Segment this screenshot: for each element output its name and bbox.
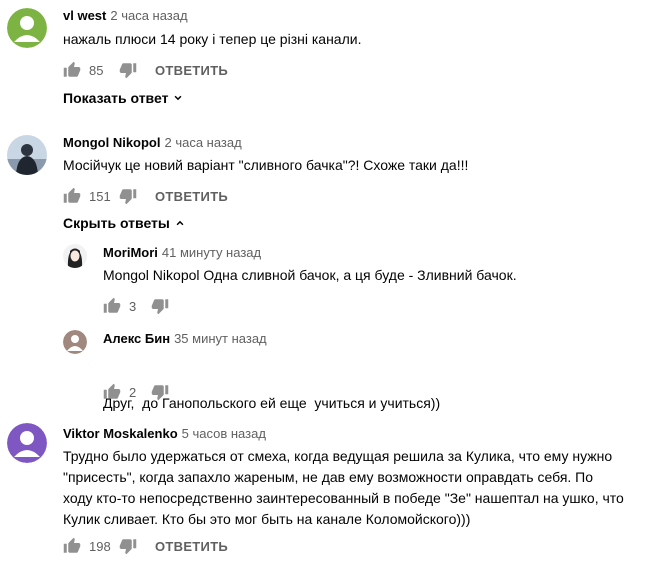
hide-replies-button[interactable]: Скрыть ответы bbox=[63, 215, 187, 231]
timestamp[interactable]: 35 минут назад bbox=[174, 331, 267, 346]
comment-header: vl west 2 часа назад bbox=[63, 8, 188, 23]
avatar[interactable] bbox=[63, 244, 87, 268]
comment-header: Mongol Nikopol 2 часа назад bbox=[63, 135, 242, 150]
thumb-down-icon[interactable] bbox=[151, 297, 169, 315]
avatar[interactable] bbox=[7, 135, 47, 175]
thumb-down-icon[interactable] bbox=[119, 61, 137, 79]
author-name[interactable]: vl west bbox=[63, 8, 106, 23]
reply-button[interactable]: ОТВЕТИТЬ bbox=[155, 539, 228, 554]
thumb-down-icon[interactable] bbox=[119, 537, 137, 555]
avatar[interactable] bbox=[63, 330, 87, 354]
thumb-down-icon[interactable] bbox=[119, 187, 137, 205]
reply-header: Алекс Бин 35 минут назад bbox=[103, 331, 267, 346]
timestamp[interactable]: 5 часов назад bbox=[182, 426, 266, 441]
comment-text: нажаль плюси 14 року і тепер це різні ка… bbox=[63, 29, 361, 50]
show-replies-label: Показать ответ bbox=[63, 90, 169, 106]
comment-text-line: ходу кто-то непосредственно заинтересова… bbox=[63, 490, 624, 506]
like-count: 3 bbox=[129, 298, 137, 314]
avatar[interactable] bbox=[7, 423, 47, 463]
author-name[interactable]: MoriMori bbox=[103, 245, 158, 260]
thumb-up-icon[interactable] bbox=[63, 187, 81, 205]
thumb-up-icon[interactable] bbox=[63, 61, 81, 79]
chevron-up-icon bbox=[176, 220, 184, 226]
timestamp[interactable]: 2 часа назад bbox=[110, 8, 187, 23]
thumb-up-icon[interactable] bbox=[103, 383, 121, 401]
reply-header: MoriMori 41 минуту назад bbox=[103, 245, 261, 260]
like-count: 198 bbox=[89, 538, 111, 554]
reply-text-line: Mongol Nikopol Одна сливной бачок, а ця … bbox=[103, 267, 517, 283]
like-count: 2 bbox=[129, 384, 137, 400]
thumb-down-icon[interactable] bbox=[151, 383, 169, 401]
comment-header: Viktor Moskalenko 5 часов назад bbox=[63, 426, 266, 441]
timestamp[interactable]: 2 часа назад bbox=[164, 135, 241, 150]
comment-text: Трудно было удержаться от смеха, когда в… bbox=[63, 446, 624, 530]
comment-actions: 151 ОТВЕТИТЬ bbox=[63, 184, 228, 208]
reply-text: Mongol Nikopol Одна сливной бачок, а ця … bbox=[103, 265, 517, 286]
like-count: 85 bbox=[89, 62, 104, 78]
timestamp[interactable]: 41 минуту назад bbox=[162, 245, 261, 260]
author-name[interactable]: Алекс Бин bbox=[103, 331, 170, 346]
reply-button[interactable]: ОТВЕТИТЬ bbox=[155, 189, 228, 204]
thumb-up-icon[interactable] bbox=[63, 537, 81, 555]
author-name[interactable]: Mongol Nikopol bbox=[63, 135, 160, 150]
comment-text-line: Трудно было удержаться от смеха, когда в… bbox=[63, 448, 613, 464]
comment-actions: 198 ОТВЕТИТЬ bbox=[63, 534, 228, 558]
comment-text: Мосійчук це новий варіант "сливного бачк… bbox=[63, 155, 468, 176]
reply-button[interactable]: ОТВЕТИТЬ bbox=[155, 63, 228, 78]
comment-text-line: Мосійчук це новий варіант "сливного бачк… bbox=[63, 157, 469, 173]
hide-replies-label: Скрыть ответы bbox=[63, 215, 170, 231]
reply-actions: 3 bbox=[103, 294, 169, 318]
avatar[interactable] bbox=[7, 8, 47, 48]
thumb-up-icon[interactable] bbox=[103, 297, 121, 315]
chevron-down-icon bbox=[175, 95, 182, 101]
comment-text-line: нажаль плюси 14 року і тепер це різні ка… bbox=[63, 31, 362, 47]
comment-text-line: Кулик сливает. Кто бы это мог быть на ка… bbox=[63, 511, 471, 527]
comment-text-line: "присесть", когда запахло жареным, не да… bbox=[63, 469, 594, 485]
author-name[interactable]: Viktor Moskalenko bbox=[63, 426, 178, 441]
comment-actions: 85 ОТВЕТИТЬ bbox=[63, 58, 228, 82]
reply-actions: 2 bbox=[103, 380, 169, 404]
show-replies-button[interactable]: Показать ответ bbox=[63, 90, 185, 106]
like-count: 151 bbox=[89, 188, 111, 204]
